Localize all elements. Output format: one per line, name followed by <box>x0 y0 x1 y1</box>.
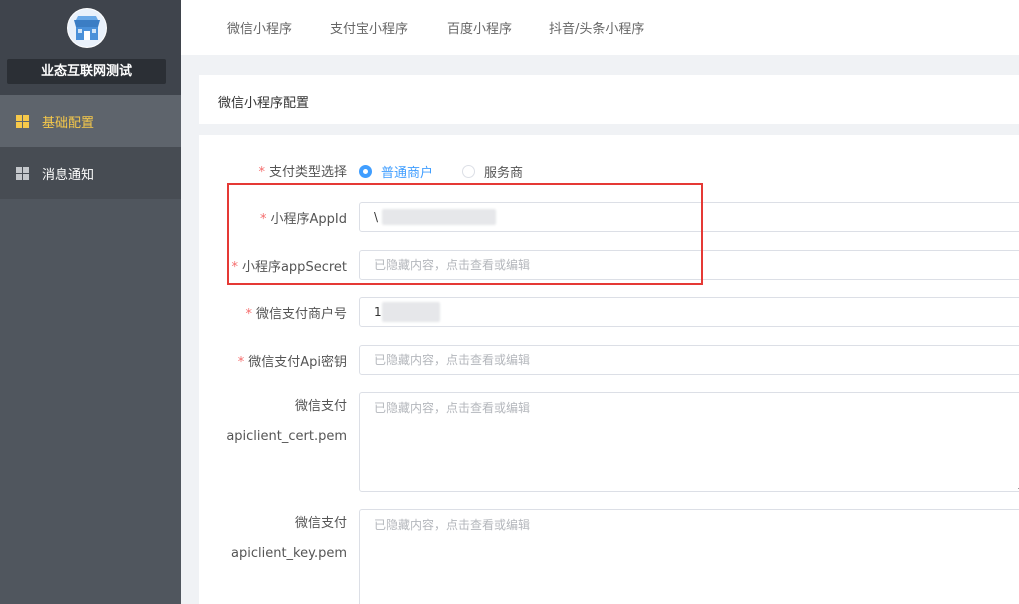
appid-input[interactable]: \ <box>359 202 1019 232</box>
key-label: 微信支付 apiclient_key.pem <box>199 509 347 569</box>
radio-label: 普通商户 <box>381 166 434 181</box>
required-mark: * <box>237 355 245 370</box>
radio-normal-merchant[interactable]: 普通商户 <box>359 162 433 181</box>
pay-type-label: * 支付类型选择 <box>258 165 347 180</box>
mch-id-label: * 微信支付商户号 <box>245 307 347 322</box>
cert-label-line2: apiclient_cert.pem <box>226 429 347 444</box>
appsecret-label-box: * 小程序appSecret <box>199 256 347 276</box>
grid-icon <box>16 166 29 180</box>
required-mark: * <box>245 307 252 322</box>
tab-douyin[interactable]: 抖音/头条小程序 <box>549 18 644 37</box>
shop-name: 业态互联网测试 <box>7 59 166 84</box>
required-mark: * <box>258 165 265 180</box>
radio-service-provider[interactable]: 服务商 <box>462 162 523 181</box>
appsecret-input[interactable]: 已隐藏内容，点击查看或编辑 <box>359 250 1019 280</box>
tab-alipay[interactable]: 支付宝小程序 <box>330 18 408 37</box>
grid-icon <box>16 114 29 128</box>
platform-tabs: 微信小程序 支付宝小程序 百度小程序 抖音/头条小程序 <box>181 0 1019 55</box>
tab-wechat[interactable]: 微信小程序 <box>227 18 292 37</box>
redaction-blur <box>382 209 496 225</box>
required-mark: * <box>231 260 238 275</box>
config-form: * 支付类型选择 普通商户 服务商 * 小程序AppId \ * 小程序appSecr… <box>199 135 1019 604</box>
mch-id-label-box: * 微信支付商户号 <box>199 303 347 323</box>
sidebar-item-label: 基础配置 <box>42 115 95 131</box>
sidebar: 业态互联网测试 基础配置 消息通知 <box>0 0 181 604</box>
store-icon <box>67 8 107 48</box>
key-placeholder: 已隐藏内容，点击查看或编辑 <box>374 518 531 532</box>
api-key-label: * 微信支付Api密钥 <box>237 355 347 370</box>
radio-checked-icon <box>359 165 372 178</box>
appid-label-box: * 小程序AppId <box>199 208 347 228</box>
redaction-blur <box>382 302 440 322</box>
radio-unchecked-icon <box>462 165 475 178</box>
brand-area: 业态互联网测试 <box>0 0 181 95</box>
key-textarea[interactable]: 已隐藏内容，点击查看或编辑 <box>359 509 1019 604</box>
pay-type-label-box: * 支付类型选择 <box>199 161 347 181</box>
required-mark: * <box>260 212 267 227</box>
tab-baidu[interactable]: 百度小程序 <box>447 18 512 37</box>
sidebar-item-basic-config[interactable]: 基础配置 <box>0 95 181 147</box>
sidebar-item-notifications[interactable]: 消息通知 <box>0 147 181 199</box>
radio-label: 服务商 <box>484 166 524 181</box>
sidebar-item-label: 消息通知 <box>42 167 95 183</box>
appid-label: * 小程序AppId <box>260 212 347 227</box>
cert-textarea[interactable]: 已隐藏内容，点击查看或编辑 <box>359 392 1019 492</box>
cert-label-line1: 微信支付 <box>294 399 347 414</box>
cert-placeholder: 已隐藏内容，点击查看或编辑 <box>374 401 531 415</box>
section-title: 微信小程序配置 <box>218 96 310 111</box>
mch-id-input[interactable]: 1 <box>359 297 1019 327</box>
key-label-line1: 微信支付 <box>294 516 347 531</box>
api-key-label-box: * 微信支付Api密钥 <box>199 351 347 371</box>
mch-id-value: 1 <box>374 305 382 319</box>
appid-value: \ <box>374 210 379 224</box>
appsecret-label: * 小程序appSecret <box>231 260 347 275</box>
api-key-input[interactable]: 已隐藏内容，点击查看或编辑 <box>359 345 1019 375</box>
section-header: 微信小程序配置 <box>199 75 1019 124</box>
cert-label: 微信支付 apiclient_cert.pem <box>199 392 347 452</box>
key-label-line2: apiclient_key.pem <box>231 546 347 561</box>
